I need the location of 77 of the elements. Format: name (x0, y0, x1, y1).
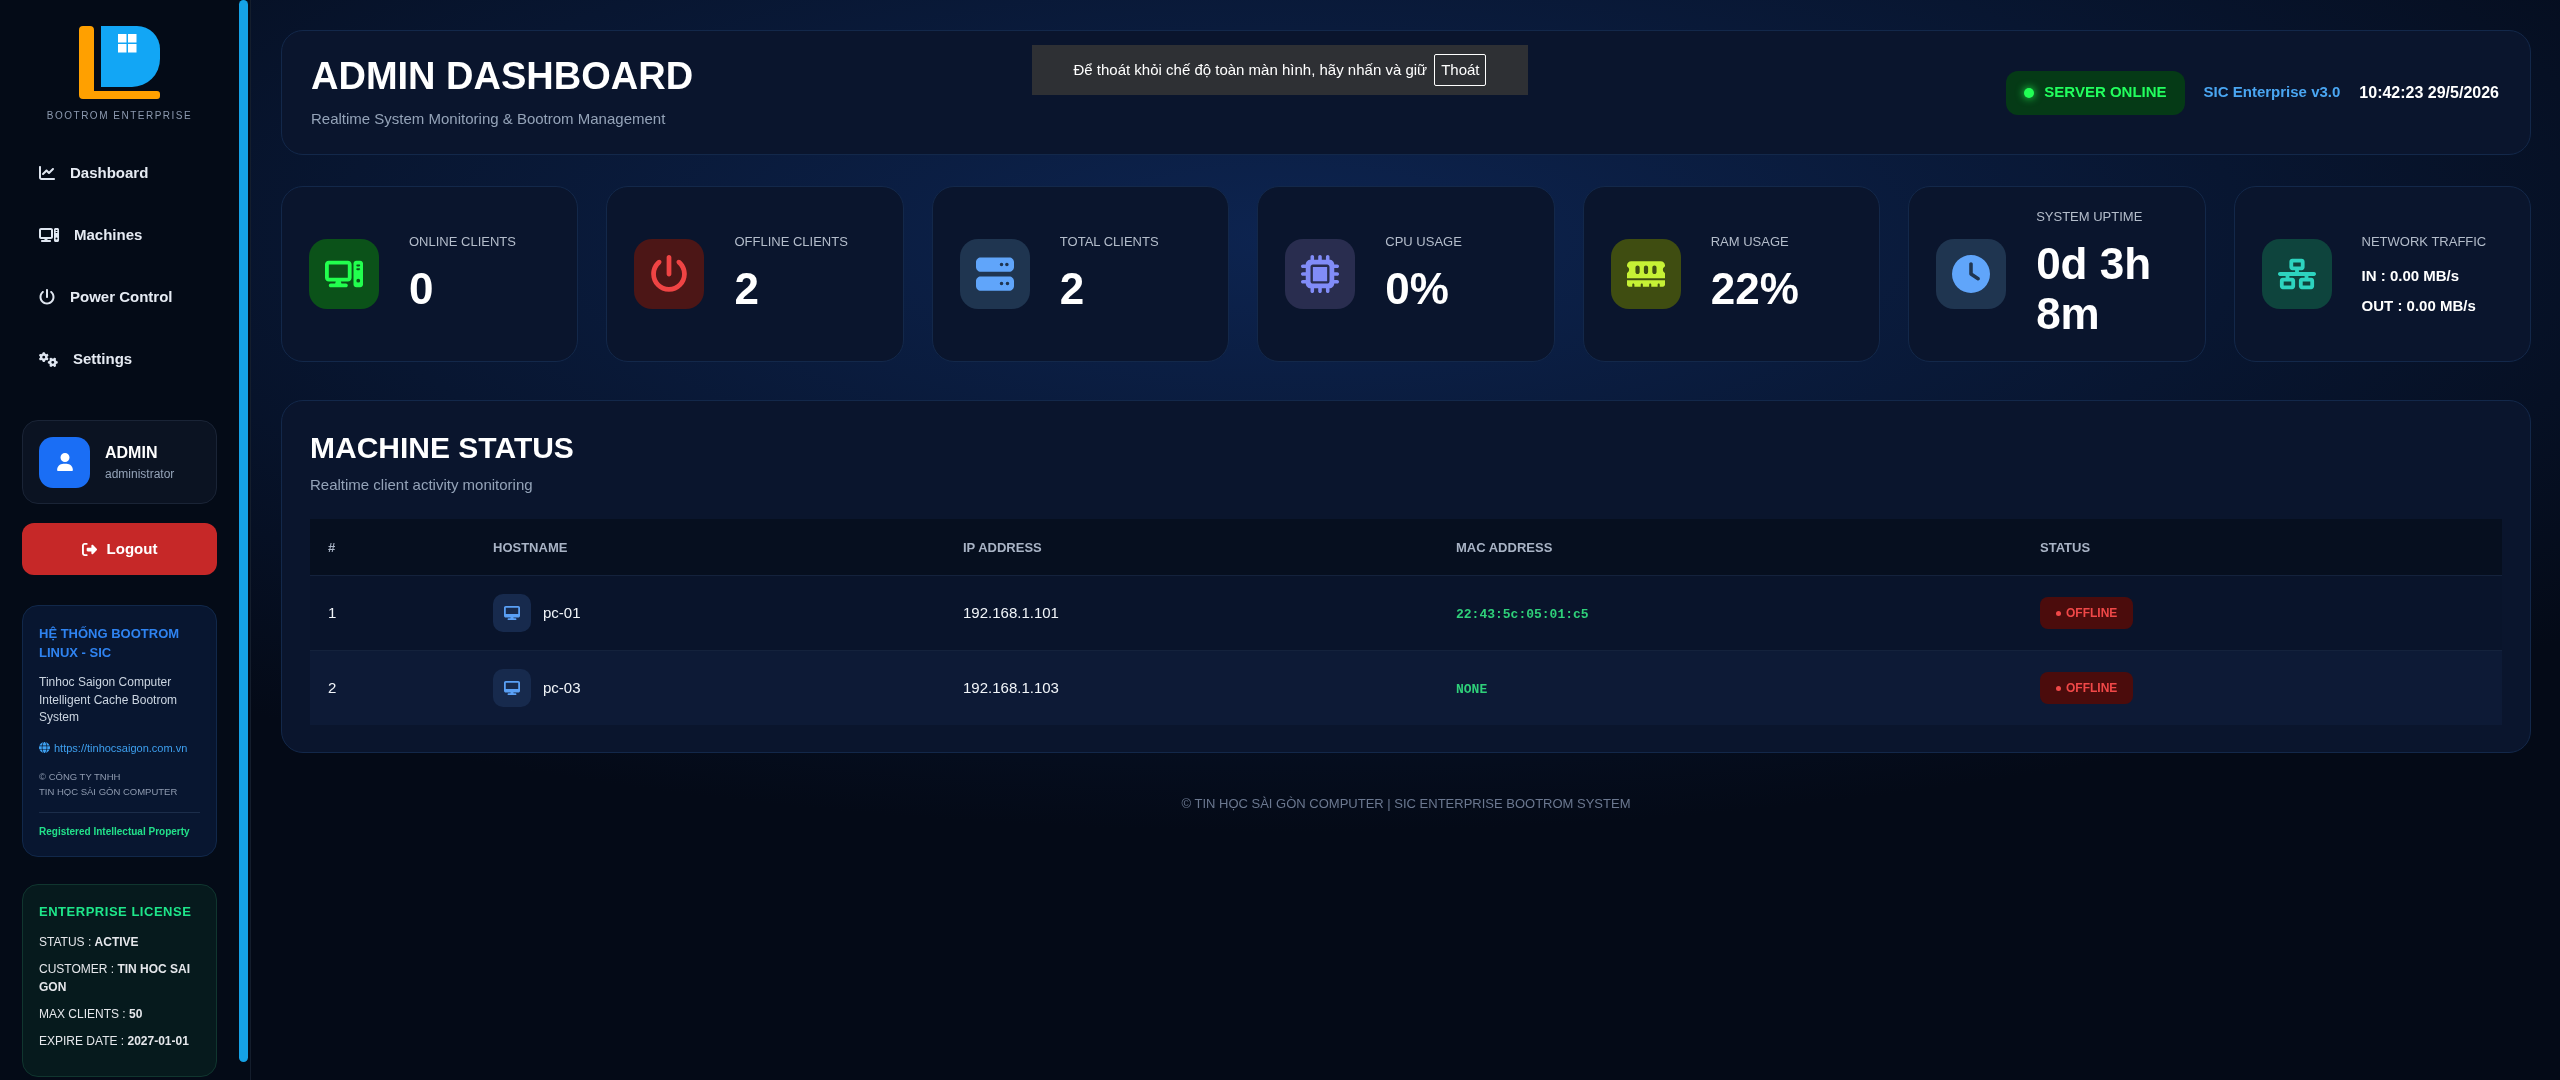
row-index: 2 (328, 679, 337, 696)
traffic-reading: IN : 0.00 MB/s (2361, 266, 2461, 285)
stat-label: CPU USAGE (1385, 234, 1462, 250)
stat-value: 22% (1710, 264, 1799, 314)
website-link[interactable]: https://tinhocsaigon.com.vn (39, 738, 188, 757)
server-icon (959, 239, 1030, 309)
logo-icon (78, 26, 161, 100)
ip-address: 192.168.1.103 (963, 679, 1059, 696)
status-text: OFFLINE (2066, 605, 2118, 622)
ip-address: 192.168.1.101 (963, 604, 1059, 621)
stat-value: 0% (1385, 264, 1450, 314)
page-subtitle: Realtime System Monitoring & Bootrom Management (311, 108, 667, 129)
column-header: # (328, 540, 336, 555)
nav-item[interactable]: Settings (39, 339, 133, 379)
traffic-reading: OUT : 0.00 MB/s (2361, 296, 2477, 315)
stat-label: ONLINE CLIENTS (409, 234, 516, 250)
nav-item[interactable]: Dashboard (39, 153, 149, 193)
stat-label: TOTAL CLIENTS (1059, 234, 1159, 250)
stat-value: 0d 3h 8m (2036, 239, 2153, 339)
row-index: 1 (328, 604, 337, 621)
copyright-text: TIN HỌC SÀI GÒN COMPUTER (39, 784, 178, 799)
power-icon (634, 239, 705, 309)
stat-label: NETWORK TRAFFIC (2361, 233, 2487, 250)
stat-label: RAM USAGE (1710, 234, 1790, 250)
notice-message: Để thoát khỏi chế độ toàn màn hình, hãy nhấn và giữ (1073, 59, 1428, 80)
memory-icon (1610, 239, 1681, 309)
hostname: pc-01 (543, 602, 581, 623)
monitor-icon (493, 594, 531, 632)
user-role: administrator (105, 465, 175, 482)
panel-title: MACHINE STATUS (310, 433, 575, 463)
stat-label: OFFLINE CLIENTS (734, 234, 848, 250)
panel-subtitle: Realtime client activity monitoring (310, 475, 534, 495)
mac-address: 22:43:5c:05:01:c5 (1456, 607, 1589, 622)
page-title: ADMIN DASHBOARD (311, 56, 694, 95)
microchip-icon (1285, 239, 1356, 309)
desktop-computer-icon (39, 225, 59, 245)
key-hint: Thoát (1434, 54, 1487, 86)
mac-address: NONE (1456, 682, 1488, 697)
stat-value: 2 (1059, 264, 1086, 314)
gears-icon (39, 349, 58, 369)
hostname: pc-03 (543, 677, 581, 698)
chart-line-icon (39, 165, 55, 181)
column-header: HOSTNAME (493, 540, 568, 555)
copyright-text: © CÔNG TY TNHH (39, 769, 121, 784)
license-row-text: CUSTOMER : TIN HOC SAI GON (39, 960, 192, 996)
column-header: IP ADDRESS (963, 540, 1042, 555)
column-header: MAC ADDRESS (1456, 540, 1553, 555)
status-text: OFFLINE (2066, 680, 2118, 697)
user-name: ADMIN (105, 442, 159, 463)
nav-item[interactable]: Machines (39, 215, 143, 255)
footer-text: © TIN HỌC SÀI GÒN COMPUTER | SIC ENTERPRISE BOOTROM SYSTEM (1181, 795, 1631, 813)
stat-value: 2 (734, 264, 760, 314)
network-icon (2261, 239, 2332, 309)
server-status-label: SERVER ONLINE (2044, 82, 2167, 103)
brand-name: BOOTROM ENTERPRISE (46, 110, 193, 122)
license-row-text: MAX CLIENTS : 50 (39, 1005, 144, 1023)
ip-badge-text: Registered Intellectual Property (39, 824, 191, 839)
info-title: HỆ THỐNG BOOTROM LINUX - SIC (39, 625, 181, 662)
column-header: STATUS (2040, 540, 2091, 555)
globe-icon (39, 742, 50, 753)
license-row-text: EXPIRE DATE : 2027-01-01 (39, 1032, 190, 1050)
license-title: ENTERPRISE LICENSE (39, 902, 193, 921)
version-label: SIC Enterprise v3.0 (2203, 82, 2341, 103)
logout-button[interactable]: Logout (22, 523, 217, 575)
info-description: Tinhoc Saigon Computer Intelligent Cache Bootrom System (39, 674, 179, 726)
license-row-text: STATUS : ACTIVE (39, 933, 140, 951)
stat-value: 0 (409, 264, 435, 314)
clock-icon (1936, 239, 2007, 309)
sign-out-icon (81, 541, 97, 557)
power-icon (39, 289, 55, 305)
scrollbar-thumb[interactable] (239, 0, 248, 1062)
stat-label: SYSTEM UPTIME (2036, 209, 2144, 225)
desktop-computer-icon (309, 239, 379, 309)
user-avatar-icon (39, 436, 90, 488)
datetime-label: 10:42:23 29/5/2026 (2359, 82, 2499, 103)
nav-item[interactable]: Power Control (39, 277, 173, 317)
monitor-icon (493, 669, 531, 707)
